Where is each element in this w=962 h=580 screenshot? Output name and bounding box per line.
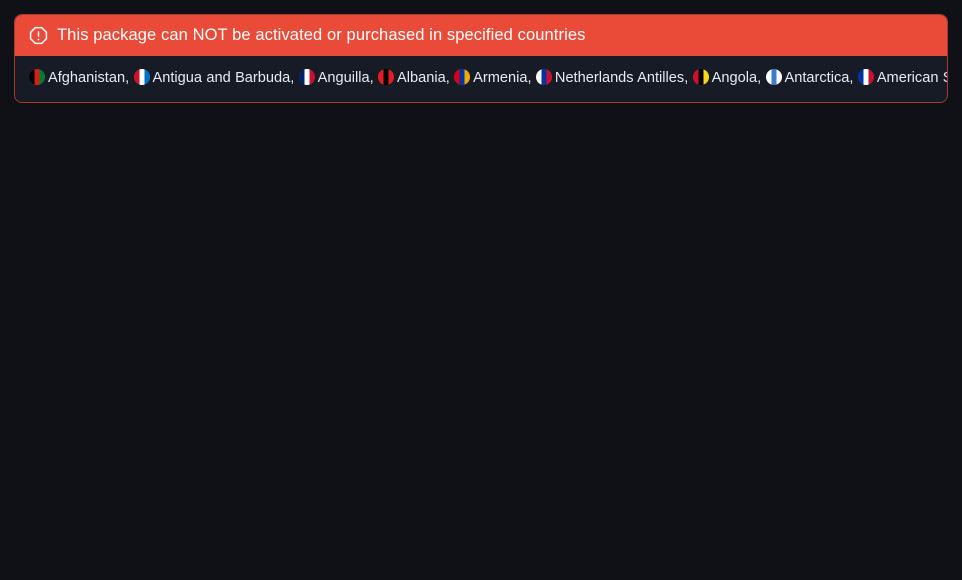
flag-icon-am [454,69,471,85]
country-name: Afghanistan [48,70,126,86]
country-entry: Albania [378,69,446,86]
list-separator: , [684,70,693,86]
country-name: Antarctica [784,70,850,86]
list-separator: , [125,70,134,86]
flag-icon-aq [765,69,782,85]
country-entry: Anguilla [298,69,370,86]
country-entry: Armenia [454,69,528,86]
list-separator: , [445,70,455,86]
country-entry: Afghanistan [29,69,126,86]
alert-header: This package can NOT be activated or pur… [15,15,947,56]
country-name: Armenia [473,70,528,86]
flag-icon-as [857,69,874,85]
alert-title: This package can NOT be activated or pur… [57,26,586,44]
country-entry: Netherlands Antilles [535,69,685,86]
country-entry: Antigua and Barbuda [133,69,291,86]
country-name: Angola [711,70,758,86]
country-name: Antigua and Barbuda [152,70,291,86]
list-separator: , [290,70,299,86]
flag-icon-ag [133,69,150,85]
flag-icon-af [29,69,45,85]
flag-icon-an [535,69,552,85]
list-separator: , [527,70,536,86]
exclamation-octagon-icon [29,26,48,44]
flag-icon-ai [298,69,315,85]
country-entry: American Samoa [857,69,947,86]
restricted-countries-alert-panel: This package can NOT be activated or pur… [14,14,948,104]
country-name: Netherlands Antilles [554,70,685,86]
flag-icon-al [378,69,395,85]
flag-icon-ao [692,69,709,85]
list-separator: , [849,70,858,86]
list-separator: , [757,70,766,86]
restricted-country-list: Afghanistan, Antigua and Barbuda, Anguil… [29,68,947,88]
list-separator: , [369,70,379,86]
country-entry: Angola [692,69,758,86]
alert-body: Afghanistan, Antigua and Barbuda, Anguil… [15,56,947,103]
country-name: Albania [397,70,446,86]
country-entry: Antarctica [765,69,850,86]
country-name: American Samoa [876,70,947,86]
country-name: Anguilla [317,70,370,86]
